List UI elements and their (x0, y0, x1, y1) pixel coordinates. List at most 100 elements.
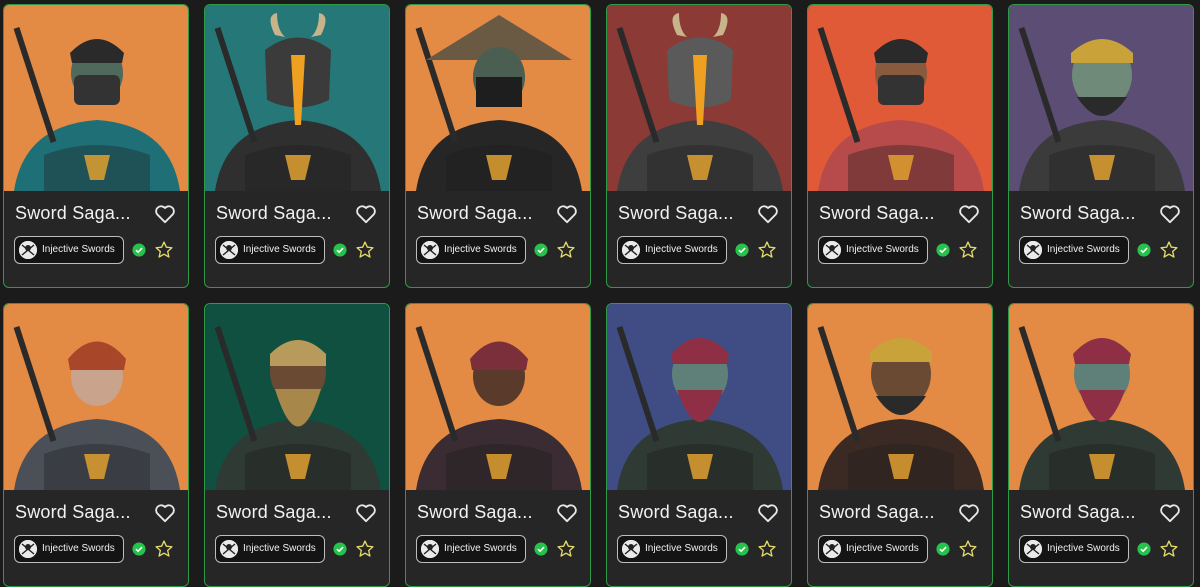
collection-badge[interactable]: Injective Swords (1019, 535, 1129, 563)
heart-icon[interactable] (1159, 503, 1181, 523)
collection-badge[interactable]: Injective Swords (215, 236, 325, 264)
star-icon[interactable] (355, 539, 375, 559)
collection-badge[interactable]: Injective Swords (416, 535, 526, 563)
collection-name: Injective Swords (846, 543, 919, 554)
heart-icon[interactable] (556, 503, 578, 523)
heart-icon[interactable] (355, 204, 377, 224)
card-title-row: Sword Saga... (1009, 490, 1193, 534)
card-title-row: Sword Saga... (607, 191, 791, 235)
heart-icon[interactable] (154, 503, 176, 523)
verified-check-icon (936, 243, 950, 257)
nft-title[interactable]: Sword Saga... (618, 502, 734, 523)
nft-image[interactable] (607, 5, 791, 191)
card-meta-row: Injective Swords (406, 532, 590, 566)
heart-icon[interactable] (958, 204, 980, 224)
collection-name: Injective Swords (1047, 244, 1120, 255)
star-icon[interactable] (1159, 539, 1179, 559)
nft-card[interactable]: Sword Saga... Injective Swords (405, 303, 591, 587)
card-title-row: Sword Saga... (406, 191, 590, 235)
nft-title[interactable]: Sword Saga... (15, 203, 131, 224)
collection-badge[interactable]: Injective Swords (617, 535, 727, 563)
collection-badge[interactable]: Injective Swords (14, 236, 124, 264)
star-icon[interactable] (154, 539, 174, 559)
collection-badge[interactable]: Injective Swords (818, 535, 928, 563)
nft-image[interactable] (4, 304, 188, 490)
nft-image[interactable] (607, 304, 791, 490)
nft-card[interactable]: Sword Saga... Injective Swords (3, 4, 189, 288)
collection-name: Injective Swords (645, 244, 718, 255)
card-meta-row: Injective Swords (1009, 233, 1193, 267)
verified-check-icon (534, 542, 548, 556)
nft-title[interactable]: Sword Saga... (417, 502, 533, 523)
nft-card[interactable]: Sword Saga... Injective Swords (204, 303, 390, 587)
collection-name: Injective Swords (444, 543, 517, 554)
card-title-row: Sword Saga... (607, 490, 791, 534)
nft-card[interactable]: Sword Saga... Injective Swords (1008, 303, 1194, 587)
heart-icon[interactable] (556, 204, 578, 224)
star-icon[interactable] (757, 539, 777, 559)
nft-image[interactable] (205, 5, 389, 191)
nft-title[interactable]: Sword Saga... (819, 203, 935, 224)
heart-icon[interactable] (355, 503, 377, 523)
card-title-row: Sword Saga... (808, 490, 992, 534)
collection-badge[interactable]: Injective Swords (215, 535, 325, 563)
heart-icon[interactable] (1159, 204, 1181, 224)
card-title-row: Sword Saga... (4, 490, 188, 534)
collection-name: Injective Swords (42, 543, 115, 554)
star-icon[interactable] (958, 240, 978, 260)
verified-check-icon (936, 542, 950, 556)
heart-icon[interactable] (154, 204, 176, 224)
nft-card[interactable]: Sword Saga... Injective Swords (606, 4, 792, 288)
nft-image[interactable] (205, 304, 389, 490)
nft-image[interactable] (406, 304, 590, 490)
nft-card[interactable]: Sword Saga... Injective Swords (204, 4, 390, 288)
nft-title[interactable]: Sword Saga... (417, 203, 533, 224)
card-meta-row: Injective Swords (808, 532, 992, 566)
star-icon[interactable] (958, 539, 978, 559)
star-icon[interactable] (154, 240, 174, 260)
nft-card[interactable]: Sword Saga... Injective Swords (1008, 4, 1194, 288)
crossed-swords-skull-icon (421, 241, 439, 259)
collection-badge[interactable]: Injective Swords (416, 236, 526, 264)
collection-badge[interactable]: Injective Swords (14, 535, 124, 563)
star-icon[interactable] (355, 240, 375, 260)
collection-badge[interactable]: Injective Swords (1019, 236, 1129, 264)
collection-name: Injective Swords (243, 543, 316, 554)
verified-check-icon (333, 542, 347, 556)
crossed-swords-skull-icon (1024, 241, 1042, 259)
nft-card[interactable]: Sword Saga... Injective Swords (606, 303, 792, 587)
nft-title[interactable]: Sword Saga... (1020, 502, 1136, 523)
nft-card[interactable]: Sword Saga... Injective Swords (405, 4, 591, 288)
nft-card[interactable]: Sword Saga... Injective Swords (3, 303, 189, 587)
star-icon[interactable] (757, 240, 777, 260)
nft-image[interactable] (4, 5, 188, 191)
nft-image[interactable] (1009, 5, 1193, 191)
nft-card[interactable]: Sword Saga... Injective Swords (807, 4, 993, 288)
heart-icon[interactable] (757, 503, 779, 523)
card-meta-row: Injective Swords (4, 532, 188, 566)
nft-title[interactable]: Sword Saga... (15, 502, 131, 523)
nft-image[interactable] (808, 5, 992, 191)
crossed-swords-skull-icon (622, 241, 640, 259)
heart-icon[interactable] (958, 503, 980, 523)
collection-badge[interactable]: Injective Swords (818, 236, 928, 264)
heart-icon[interactable] (757, 204, 779, 224)
nft-title[interactable]: Sword Saga... (819, 502, 935, 523)
collection-badge[interactable]: Injective Swords (617, 236, 727, 264)
collection-name: Injective Swords (42, 244, 115, 255)
nft-title[interactable]: Sword Saga... (1020, 203, 1136, 224)
collection-name: Injective Swords (1047, 543, 1120, 554)
star-icon[interactable] (1159, 240, 1179, 260)
card-meta-row: Injective Swords (205, 532, 389, 566)
nft-title[interactable]: Sword Saga... (618, 203, 734, 224)
crossed-swords-skull-icon (220, 241, 238, 259)
star-icon[interactable] (556, 240, 576, 260)
nft-card[interactable]: Sword Saga... Injective Swords (807, 303, 993, 587)
nft-image[interactable] (808, 304, 992, 490)
star-icon[interactable] (556, 539, 576, 559)
nft-title[interactable]: Sword Saga... (216, 502, 332, 523)
nft-image[interactable] (406, 5, 590, 191)
nft-image[interactable] (1009, 304, 1193, 490)
nft-title[interactable]: Sword Saga... (216, 203, 332, 224)
card-title-row: Sword Saga... (808, 191, 992, 235)
